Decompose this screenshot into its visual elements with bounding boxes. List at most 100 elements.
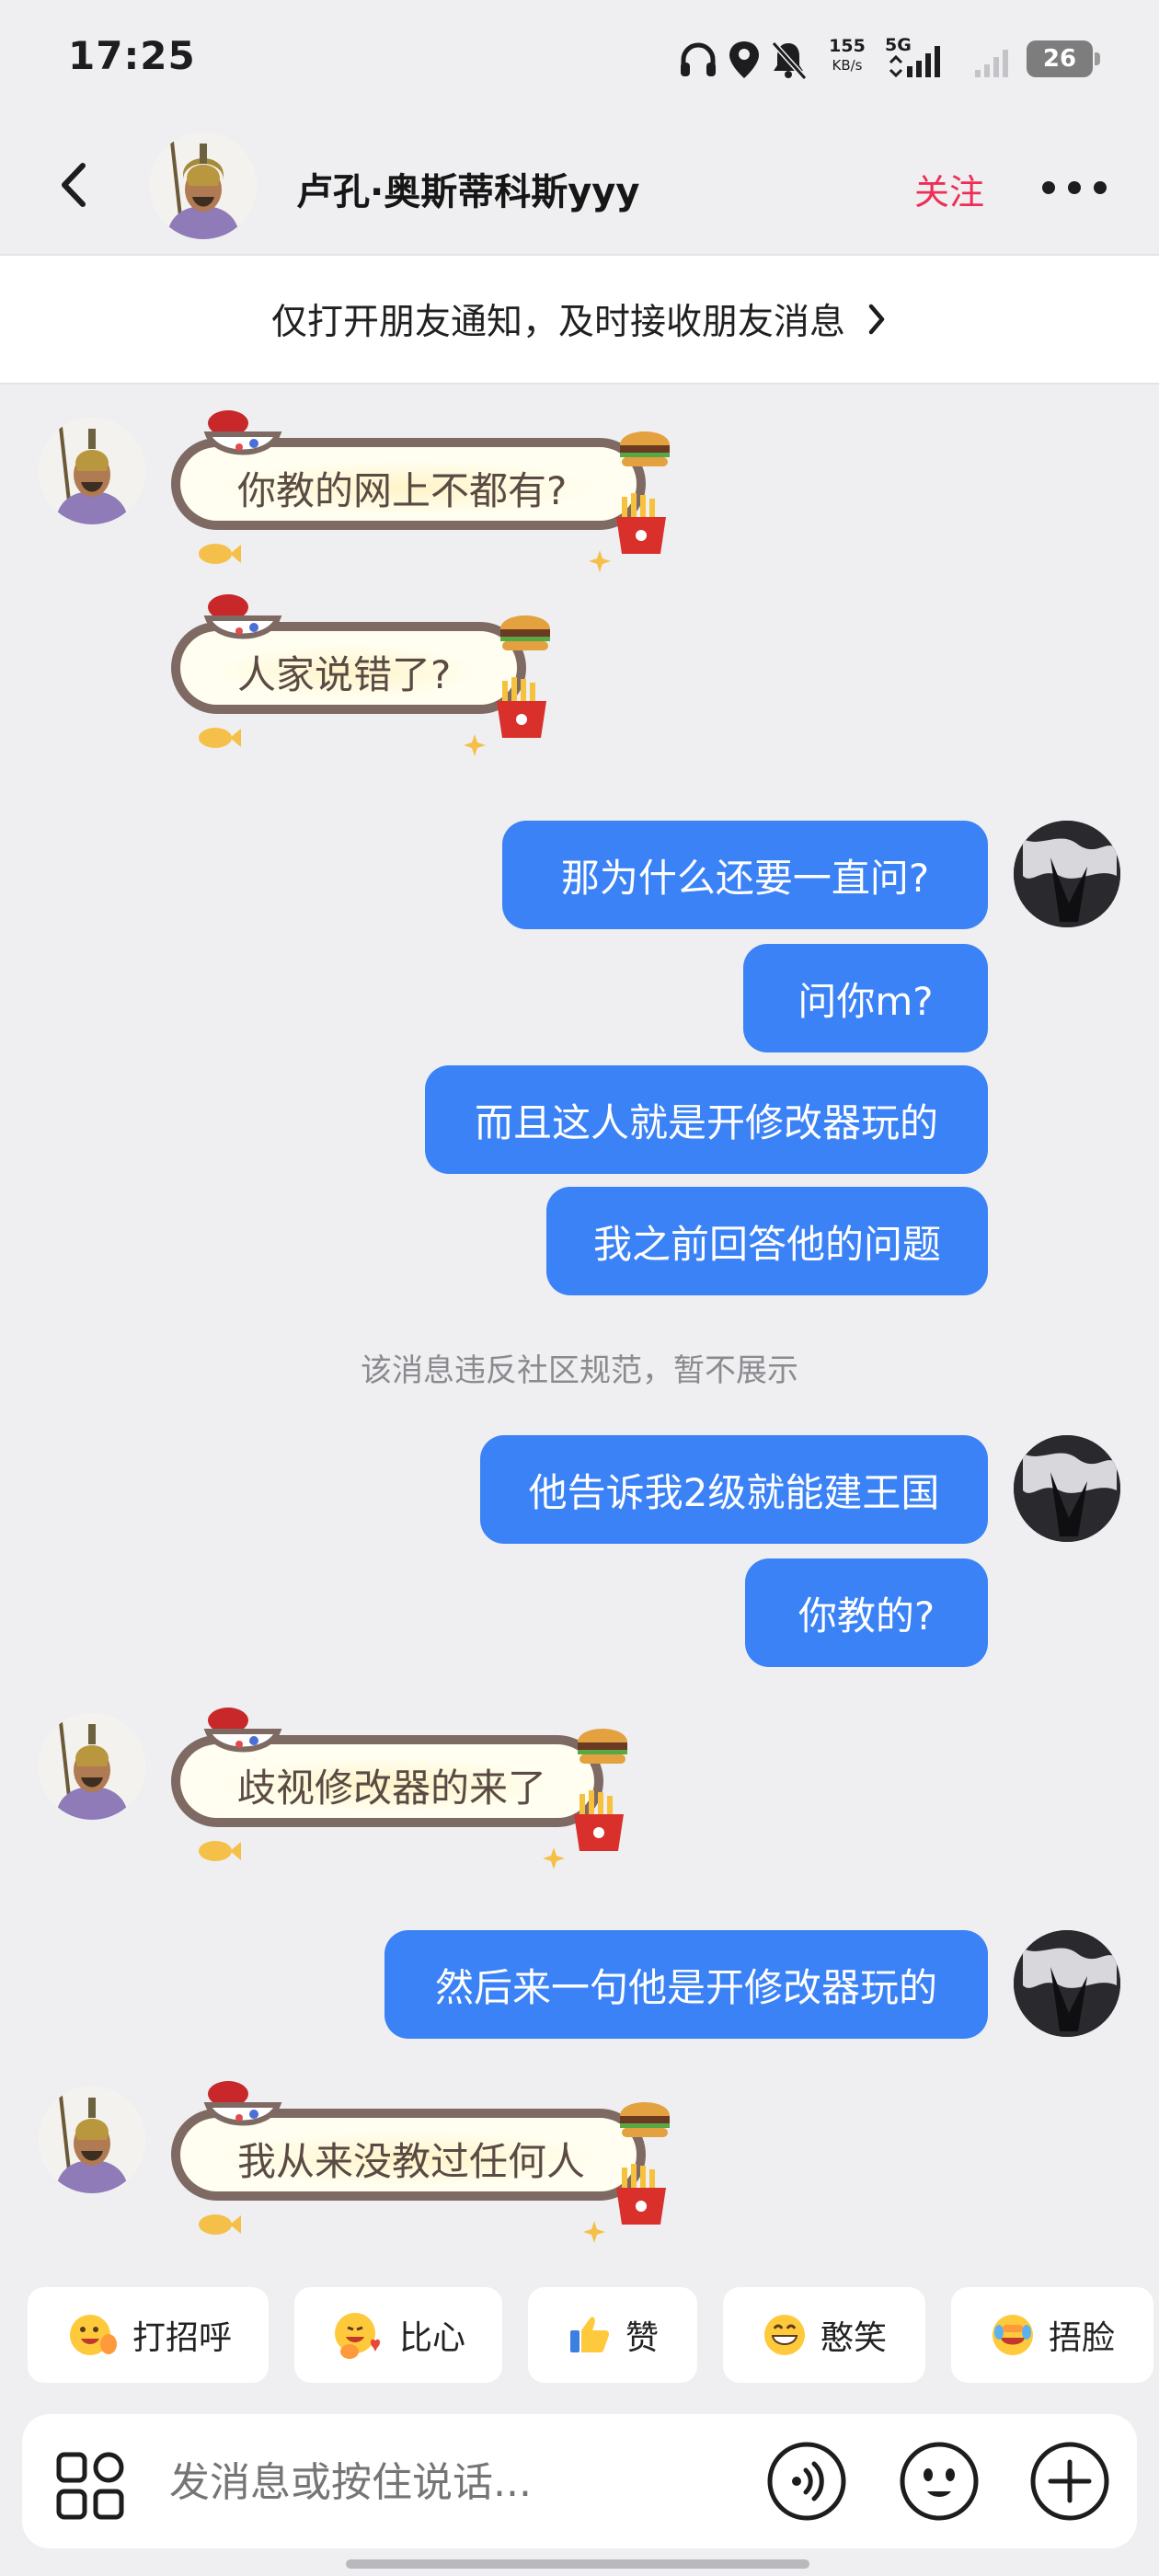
message-text: 歧视修改器的来了	[237, 1765, 547, 1811]
quick-reply-bar: 打招呼 比心 赞 憨笑 捂脸	[0, 2287, 1159, 2386]
outgoing-message[interactable]: 然后来一句他是开修改器玩的	[384, 1930, 988, 2039]
chevron-left-icon	[62, 163, 86, 207]
friend-notification-banner[interactable]: 仅打开朋友通知，及时接收朋友消息	[0, 254, 1159, 385]
outgoing-message[interactable]: 问你m?	[743, 944, 988, 1052]
message-text: 你教的?	[798, 1593, 935, 1639]
fries-decoration-icon	[497, 677, 546, 738]
thumbs-up-icon	[569, 2317, 609, 2352]
message-input[interactable]	[169, 2455, 740, 2510]
sparkle-decoration-icon	[543, 1847, 565, 1869]
facepalm-laugh-icon	[992, 2315, 1033, 2355]
message-text: 他告诉我2级就能建王国	[528, 1469, 940, 1515]
quick-reply-chip[interactable]: 赞	[528, 2287, 697, 2383]
contact-name: 卢孔·奥斯蒂科斯yyy	[296, 171, 640, 213]
chevron-right-icon	[868, 304, 885, 335]
voice-input-button[interactable]	[765, 2440, 848, 2526]
fish-decoration-icon	[199, 728, 241, 748]
incoming-message[interactable]: 你教的网上不都有?	[171, 410, 673, 578]
my-avatar[interactable]	[1014, 821, 1120, 927]
message-list[interactable]: 你教的网上不都有? 人家说错了? 那为什么还要一直问? 问你m? 而且这人就是开…	[0, 385, 1159, 2282]
fish-decoration-icon	[199, 544, 241, 564]
notify-banner-text: 仅打开朋友通知，及时接收朋友消息	[270, 302, 845, 343]
message-text: 然后来一句他是开修改器玩的	[434, 1964, 937, 2010]
signal-bars-icon	[889, 46, 1008, 78]
follow-button[interactable]: 关注	[914, 164, 984, 214]
outgoing-message[interactable]: 而且这人就是开修改器玩的	[425, 1065, 988, 1174]
outgoing-message[interactable]: 你教的?	[745, 1558, 988, 1667]
heart-hands-face-icon	[334, 2313, 381, 2359]
quick-reply-chip[interactable]: 比心	[294, 2287, 502, 2383]
status-icons	[676, 35, 809, 85]
my-avatar[interactable]	[1014, 1435, 1120, 1542]
grinning-face-icon	[763, 2315, 805, 2355]
fish-decoration-icon	[199, 1841, 241, 1861]
quick-reply-label: 打招呼	[132, 2319, 232, 2357]
quick-reply-label: 比心	[398, 2319, 465, 2357]
message-text: 我从来没教过任何人	[237, 2139, 586, 2184]
contact-message-avatar[interactable]	[39, 1713, 145, 1820]
emoji-button[interactable]	[898, 2440, 981, 2526]
outgoing-message[interactable]: 那为什么还要一直问?	[502, 821, 988, 929]
my-avatar[interactable]	[1014, 1930, 1120, 2037]
dark-silhouette-avatar-icon	[1014, 1930, 1120, 2037]
message-text: 问你m?	[798, 978, 934, 1024]
message-composer	[22, 2414, 1137, 2548]
spartan-warrior-avatar-icon	[39, 2087, 145, 2193]
outgoing-message[interactable]: 我之前回答他的问题	[546, 1187, 988, 1295]
contact-avatar[interactable]	[150, 132, 257, 239]
quick-reply-chip[interactable]: 憨笑	[723, 2287, 925, 2383]
network-speed-unit: KB/s	[832, 57, 863, 74]
network-speed-value: 155	[829, 36, 866, 56]
voice-wave-icon	[767, 2442, 846, 2521]
bowl-decoration-icon	[203, 1708, 282, 1753]
contact-message-avatar[interactable]	[39, 418, 145, 524]
network-speed: 155 KB/s	[822, 37, 872, 75]
incoming-message[interactable]: 人家说错了?	[171, 594, 554, 762]
spartan-warrior-avatar-icon	[150, 132, 257, 239]
dark-silhouette-avatar-icon	[1014, 821, 1120, 927]
apps-grid-icon	[56, 2452, 124, 2520]
dark-silhouette-avatar-icon	[1014, 1435, 1120, 1542]
fish-decoration-icon	[199, 2214, 241, 2235]
outgoing-message[interactable]: 他告诉我2级就能建王国	[480, 1435, 988, 1544]
incoming-message[interactable]: 歧视修改器的来了	[171, 1708, 631, 1875]
spartan-warrior-avatar-icon	[39, 418, 145, 524]
apps-grid-button[interactable]	[55, 2451, 125, 2524]
fries-decoration-icon	[616, 493, 666, 554]
more-actions-button[interactable]	[1028, 2440, 1111, 2526]
contact-message-avatar[interactable]	[39, 2087, 145, 2193]
location-pin-icon	[729, 41, 759, 78]
bowl-decoration-icon	[203, 2081, 282, 2126]
sparkle-decoration-icon	[464, 734, 486, 756]
quick-reply-label: 捂脸	[1048, 2319, 1115, 2357]
incoming-message[interactable]: 我从来没教过任何人	[171, 2081, 673, 2248]
plus-circle-icon	[1030, 2442, 1109, 2521]
burger-decoration-icon	[578, 1729, 627, 1764]
more-options-button[interactable]	[1039, 177, 1109, 199]
burger-decoration-icon	[500, 615, 550, 650]
message-text: 我之前回答他的问题	[592, 1221, 941, 1267]
status-time: 17:25	[68, 33, 196, 78]
quick-reply-label: 憨笑	[820, 2319, 887, 2357]
home-indicator[interactable]	[346, 2559, 809, 2569]
battery-level: 26	[1042, 45, 1077, 73]
sparkle-decoration-icon	[589, 550, 611, 572]
status-bar: 17:25 155 KB/s 5G 26	[0, 0, 1159, 116]
sparkle-decoration-icon	[583, 2221, 605, 2243]
quick-reply-label: 赞	[625, 2319, 659, 2357]
message-text: 人家说错了?	[237, 652, 452, 697]
quick-reply-chip[interactable]: 打招呼	[28, 2287, 269, 2383]
waving-face-icon	[69, 2315, 117, 2355]
fries-decoration-icon	[574, 1790, 624, 1851]
quick-reply-chip[interactable]: 捂脸	[951, 2287, 1153, 2383]
message-text: 而且这人就是开修改器玩的	[474, 1099, 938, 1145]
back-button[interactable]	[48, 153, 103, 217]
system-notice: 该消息违反社区规范，暂不展示	[361, 1352, 798, 1389]
smiley-face-icon	[900, 2442, 979, 2521]
spartan-warrior-avatar-icon	[39, 1713, 145, 1820]
battery-indicator: 26	[1027, 40, 1100, 77]
fries-decoration-icon	[616, 2164, 666, 2225]
message-text: 你教的网上不都有?	[237, 468, 568, 513]
headphones-icon	[681, 42, 716, 76]
burger-decoration-icon	[620, 431, 670, 466]
